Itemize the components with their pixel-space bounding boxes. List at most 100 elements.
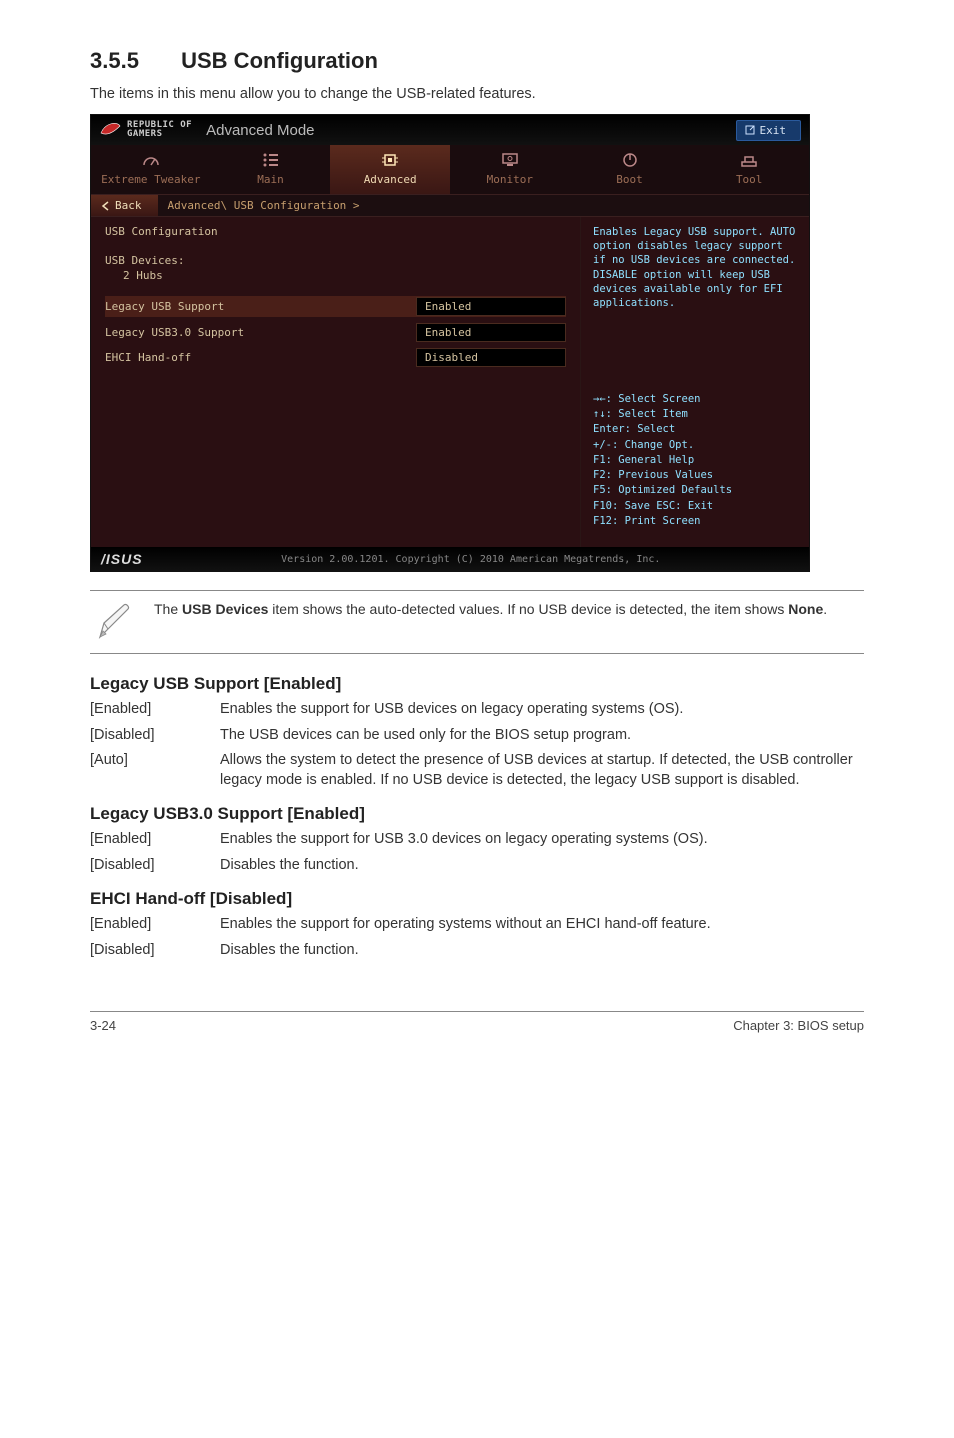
rog-logo: REPUBLIC OF GAMERS bbox=[99, 121, 192, 139]
definition-row: [Disabled] Disables the function. bbox=[90, 856, 864, 876]
tab-monitor[interactable]: Monitor bbox=[450, 145, 570, 194]
list-icon bbox=[261, 151, 281, 169]
usb-devices-value: 2 Hubs bbox=[123, 269, 566, 282]
definition-row: [Auto] Allows the system to detect the p… bbox=[90, 751, 864, 790]
tab-label: Tool bbox=[736, 173, 763, 186]
bios-right-panel: Enables Legacy USB support. AUTO option … bbox=[581, 217, 809, 547]
option-label: Legacy USB3.0 Support bbox=[105, 326, 416, 339]
back-arrow-icon bbox=[101, 201, 111, 211]
definition-key: [Enabled] bbox=[90, 830, 220, 850]
option-value[interactable]: Enabled bbox=[416, 323, 566, 342]
tab-label: Extreme Tweaker bbox=[101, 173, 200, 186]
definition-value: Enables the support for USB 3.0 devices … bbox=[220, 830, 864, 850]
definition-key: [Enabled] bbox=[90, 700, 220, 720]
power-icon bbox=[620, 151, 640, 169]
asus-logo: /ISUS bbox=[101, 551, 143, 567]
help-text: Enables Legacy USB support. AUTO option … bbox=[593, 225, 797, 310]
brand-bottom: GAMERS bbox=[127, 130, 192, 139]
option-row-ehci[interactable]: EHCI Hand-off Disabled bbox=[105, 348, 566, 367]
note-bold: None bbox=[788, 601, 823, 617]
option-row-legacy-usb[interactable]: Legacy USB Support Enabled bbox=[105, 296, 566, 317]
note-bold: USB Devices bbox=[182, 601, 268, 617]
back-label: Back bbox=[115, 199, 142, 212]
section-heading: 3.5.5 USB Configuration bbox=[90, 48, 864, 74]
tab-advanced[interactable]: Advanced bbox=[330, 145, 450, 194]
definition-key: [Disabled] bbox=[90, 856, 220, 876]
setting-heading: Legacy USB3.0 Support [Enabled] bbox=[90, 804, 864, 824]
definition-value: The USB devices can be used only for the… bbox=[220, 726, 864, 746]
definition-key: [Disabled] bbox=[90, 941, 220, 961]
section-number: 3.5.5 bbox=[90, 48, 175, 74]
key-line: F5: Optimized Defaults bbox=[593, 483, 797, 498]
bios-left-panel: USB Configuration USB Devices: 2 Hubs Le… bbox=[91, 217, 581, 547]
note-text: The USB Devices item shows the auto-dete… bbox=[154, 601, 827, 617]
definition-value: Disables the function. bbox=[220, 941, 864, 961]
key-line: Enter: Select bbox=[593, 422, 797, 437]
key-line: F10: Save ESC: Exit bbox=[593, 499, 797, 514]
key-line: →←: Select Screen bbox=[593, 392, 797, 407]
usb-devices-label: USB Devices: bbox=[105, 254, 566, 267]
tab-boot[interactable]: Boot bbox=[570, 145, 690, 194]
gauge-icon bbox=[141, 151, 161, 169]
note-fragment: . bbox=[823, 601, 827, 617]
definition-row: [Enabled] Enables the support for USB de… bbox=[90, 700, 864, 720]
key-line: F12: Print Screen bbox=[593, 514, 797, 529]
definition-row: [Enabled] Enables the support for USB 3.… bbox=[90, 830, 864, 850]
back-button[interactable]: Back bbox=[91, 195, 158, 216]
breadcrumb: Advanced\ USB Configuration > bbox=[158, 195, 370, 216]
option-row-legacy-usb3[interactable]: Legacy USB3.0 Support Enabled bbox=[105, 323, 566, 342]
tab-tool[interactable]: Tool bbox=[689, 145, 809, 194]
note-fragment: The bbox=[154, 601, 182, 617]
option-value[interactable]: Disabled bbox=[416, 348, 566, 367]
tab-extreme-tweaker[interactable]: Extreme Tweaker bbox=[91, 145, 211, 194]
definition-value: Enables the support for operating system… bbox=[220, 915, 864, 935]
definition-key: [Enabled] bbox=[90, 915, 220, 935]
chip-icon bbox=[380, 151, 400, 169]
tab-label: Boot bbox=[616, 173, 643, 186]
option-label: EHCI Hand-off bbox=[105, 351, 416, 364]
option-label: Legacy USB Support bbox=[105, 300, 416, 313]
definition-value: Disables the function. bbox=[220, 856, 864, 876]
bios-titlebar: REPUBLIC OF GAMERS Advanced Mode Exit bbox=[91, 115, 809, 145]
intro-text: The items in this menu allow you to chan… bbox=[90, 86, 864, 102]
definition-key: [Auto] bbox=[90, 751, 220, 790]
exit-button[interactable]: Exit bbox=[736, 120, 802, 141]
note-fragment: item shows the auto-detected values. If … bbox=[268, 601, 788, 617]
note-box: The USB Devices item shows the auto-dete… bbox=[90, 590, 864, 654]
definition-value: Enables the support for USB devices on l… bbox=[220, 700, 864, 720]
exit-icon bbox=[745, 125, 755, 135]
key-line: ↑↓: Select Item bbox=[593, 407, 797, 422]
definition-key: [Disabled] bbox=[90, 726, 220, 746]
panel-title: USB Configuration bbox=[105, 225, 566, 238]
page-number: 3-24 bbox=[90, 1018, 116, 1033]
bios-tabs: Extreme Tweaker Main Advanced Monitor Bo… bbox=[91, 145, 809, 194]
chapter-label: Chapter 3: BIOS setup bbox=[733, 1018, 864, 1033]
key-legend: →←: Select Screen ↑↓: Select Item Enter:… bbox=[593, 392, 797, 539]
tab-main[interactable]: Main bbox=[211, 145, 331, 194]
definition-value: Allows the system to detect the presence… bbox=[220, 751, 864, 790]
tool-icon bbox=[739, 151, 759, 169]
bios-window: REPUBLIC OF GAMERS Advanced Mode Exit Ex… bbox=[90, 114, 810, 572]
definition-row: [Disabled] The USB devices can be used o… bbox=[90, 726, 864, 746]
section-title: USB Configuration bbox=[181, 48, 378, 73]
definition-row: [Disabled] Disables the function. bbox=[90, 941, 864, 961]
breadcrumb-row: Back Advanced\ USB Configuration > bbox=[91, 194, 809, 217]
tab-label: Monitor bbox=[487, 173, 533, 186]
tab-label: Main bbox=[257, 173, 284, 186]
option-value[interactable]: Enabled bbox=[416, 297, 566, 316]
bios-footer: /ISUS Version 2.00.1201. Copyright (C) 2… bbox=[91, 547, 809, 571]
setting-heading: Legacy USB Support [Enabled] bbox=[90, 674, 864, 694]
monitor-icon bbox=[500, 151, 520, 169]
bios-footer-text: Version 2.00.1201. Copyright (C) 2010 Am… bbox=[281, 554, 660, 565]
definition-row: [Enabled] Enables the support for operat… bbox=[90, 915, 864, 935]
key-line: F1: General Help bbox=[593, 453, 797, 468]
setting-heading: EHCI Hand-off [Disabled] bbox=[90, 889, 864, 909]
key-line: F2: Previous Values bbox=[593, 468, 797, 483]
pencil-icon bbox=[94, 601, 136, 643]
tab-label: Advanced bbox=[364, 173, 417, 186]
mode-label: Advanced Mode bbox=[206, 122, 314, 139]
key-line: +/-: Change Opt. bbox=[593, 438, 797, 453]
exit-label: Exit bbox=[760, 124, 787, 137]
page-footer: 3-24 Chapter 3: BIOS setup bbox=[90, 1011, 864, 1033]
rog-eye-icon bbox=[99, 121, 121, 139]
